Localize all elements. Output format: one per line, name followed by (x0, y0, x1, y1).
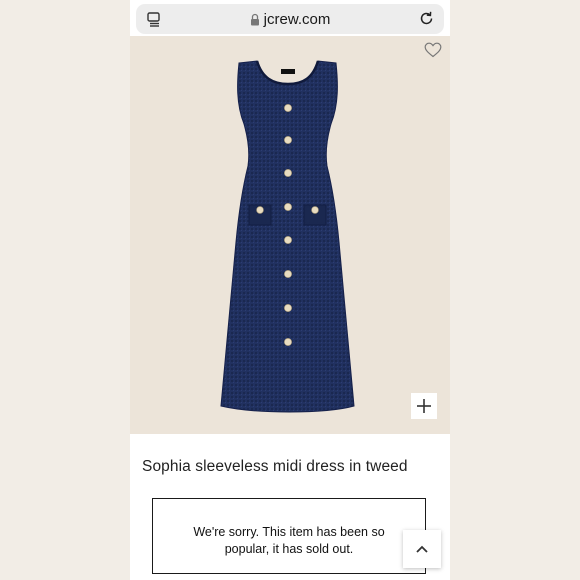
sold-out-line-1: We're sorry. This item has been so (193, 525, 385, 539)
reload-icon[interactable] (418, 10, 435, 27)
dress-image (220, 60, 355, 413)
lock-icon (250, 13, 259, 25)
background-left (0, 0, 130, 580)
address-bar[interactable]: jcrew.com (136, 4, 444, 34)
url-text[interactable]: jcrew.com (264, 11, 331, 28)
heart-icon[interactable] (424, 42, 442, 58)
sold-out-line-2: popular, it has sold out. (224, 542, 354, 556)
plus-icon (417, 399, 431, 413)
scroll-to-top-button[interactable] (403, 530, 441, 568)
product-image[interactable] (130, 36, 450, 434)
background-right (450, 0, 580, 580)
phone-screen: jcrew.com Sophia sleeveless midi dress i… (130, 0, 450, 580)
product-title: Sophia sleeveless midi dress in tweed (142, 458, 408, 475)
sold-out-notice: We're sorry. This item has been so popul… (152, 498, 426, 574)
zoom-button[interactable] (411, 393, 437, 419)
chevron-up-icon (416, 545, 428, 553)
